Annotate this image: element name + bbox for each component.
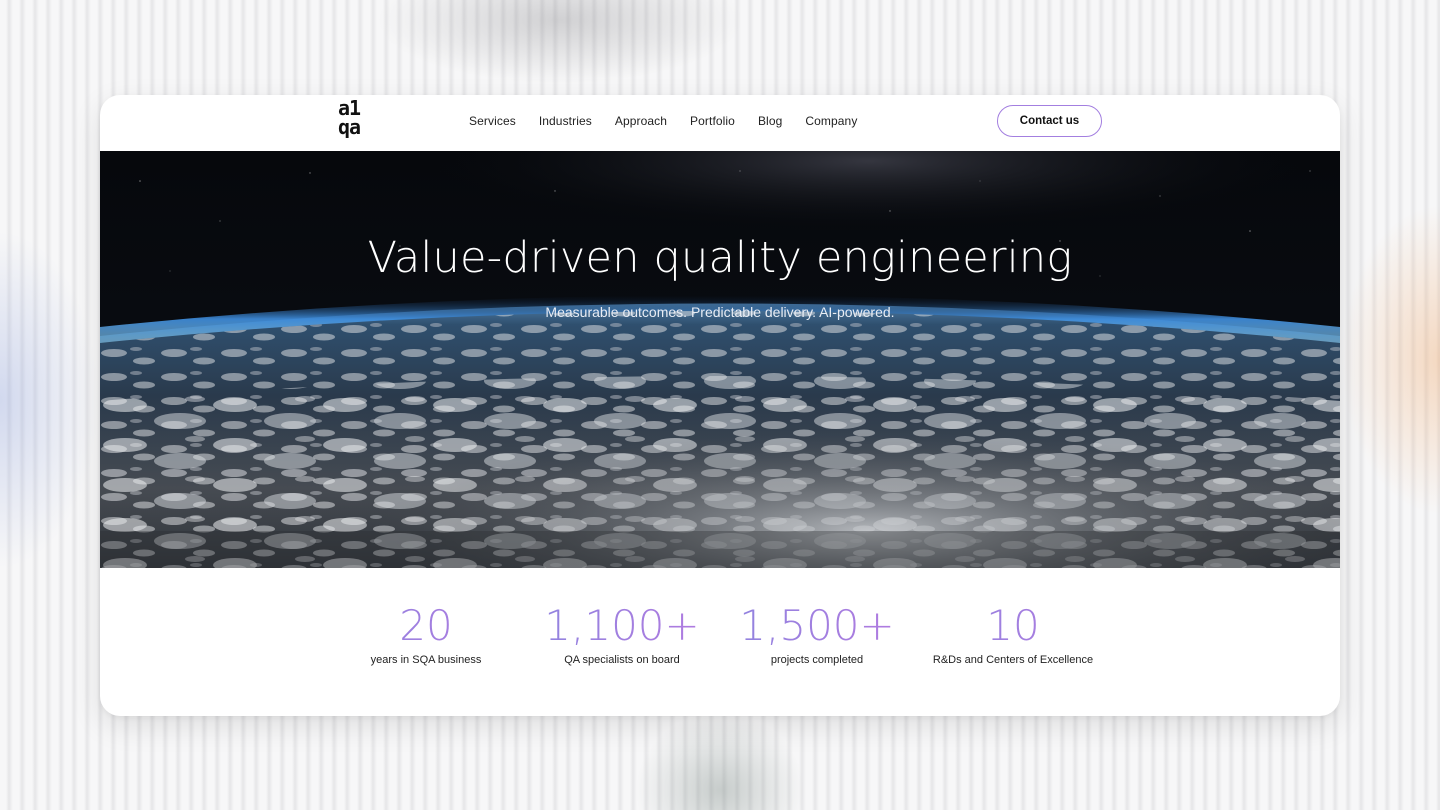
logo-line-2: qa [338,115,361,139]
earth-from-space-image [100,151,1340,568]
stat-specialists: 1,100+ QA specialists on board [522,600,722,666]
main-card: a1 qa Services Industries Approach Portf… [100,95,1340,716]
stat-label: QA specialists on board [564,654,680,666]
stat-rnd-centers: 10 R&Ds and Centers of Excellence [913,600,1113,666]
nav-menu: Services Industries Approach Portfolio B… [469,95,880,147]
stat-value: 1,100+ [522,600,722,652]
nav-item-services[interactable]: Services [469,114,516,128]
nav-item-portfolio[interactable]: Portfolio [690,114,735,128]
top-navigation: a1 qa Services Industries Approach Portf… [100,95,1340,151]
stat-value: 1,500+ [717,600,917,652]
nav-item-industries[interactable]: Industries [539,114,592,128]
stat-label: R&Ds and Centers of Excellence [932,654,1094,666]
stat-value: 20 [326,600,526,652]
stats-section: 20 years in SQA business 1,100+ QA speci… [100,568,1340,716]
nav-item-company[interactable]: Company [805,114,857,128]
stat-label: years in SQA business [370,654,482,666]
stat-years: 20 years in SQA business [326,600,526,666]
a1qa-logo[interactable]: a1 qa [338,98,370,145]
stat-projects: 1,500+ projects completed [717,600,917,666]
contact-us-button[interactable]: Contact us [997,105,1102,137]
stat-value: 10 [913,600,1113,652]
nav-item-approach[interactable]: Approach [615,114,667,128]
stat-label: projects completed [770,654,864,666]
hero-section: Value-driven quality engineering Measura… [100,151,1340,568]
nav-item-blog[interactable]: Blog [758,114,782,128]
hero-subtitle: Measurable outcomes. Predictable deliver… [545,304,895,320]
hero-title: Value-driven quality engineering [367,233,1073,283]
